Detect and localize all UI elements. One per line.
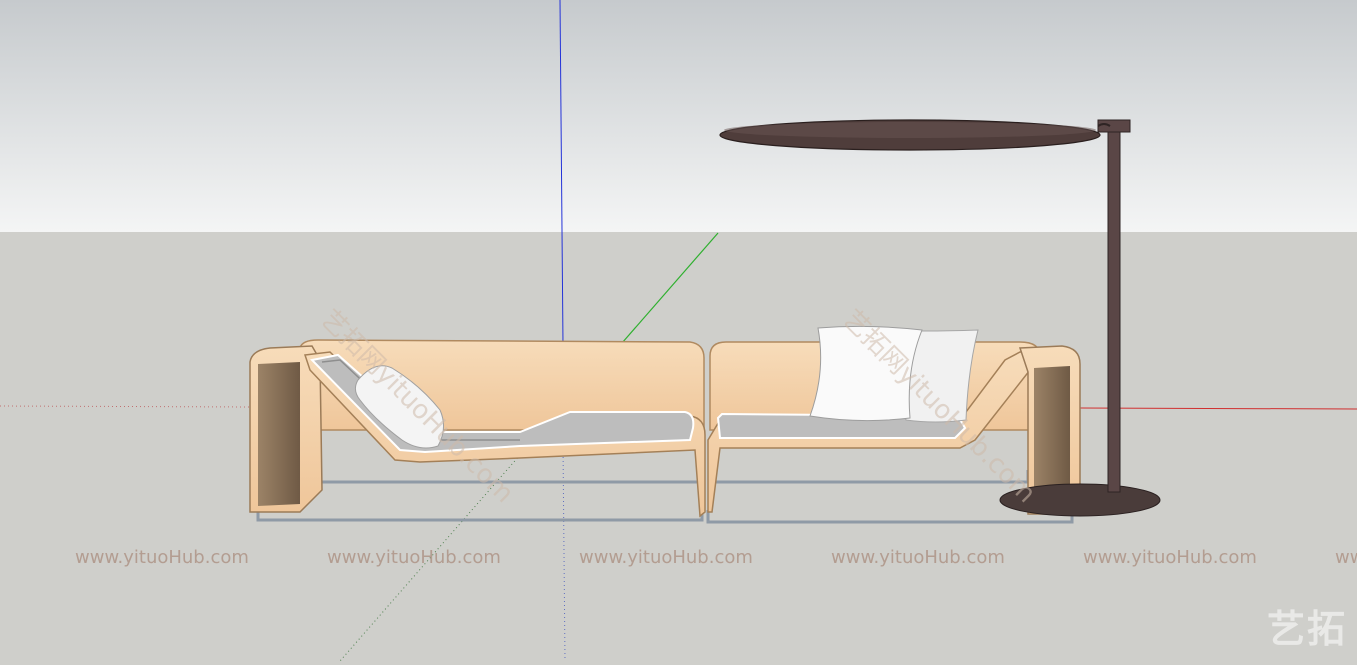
watermark-row: www.yituoHub.com www.yituoHub.com www.yi… bbox=[0, 547, 1357, 573]
watermark-text: www.yituoHub.com bbox=[831, 547, 1005, 568]
watermark-text: www.yituoHub.com bbox=[75, 547, 249, 568]
3d-model-viewport[interactable]: 艺拓网yituoHub.com 艺拓网yituoHub.com www.yitu… bbox=[0, 0, 1357, 662]
umbrella-arm bbox=[1097, 119, 1131, 133]
watermark-text: www.yituoHub.com bbox=[579, 547, 753, 568]
watermark-text: www.yituoHub.com bbox=[327, 547, 501, 568]
umbrella-pole bbox=[1107, 119, 1121, 493]
brand-logo: 艺拓 bbox=[1266, 607, 1347, 651]
watermark-text: www.yituoHub.com bbox=[1335, 547, 1357, 568]
sky bbox=[0, 0, 1357, 232]
watermark-text: www.yituoHub.com bbox=[1083, 547, 1257, 568]
